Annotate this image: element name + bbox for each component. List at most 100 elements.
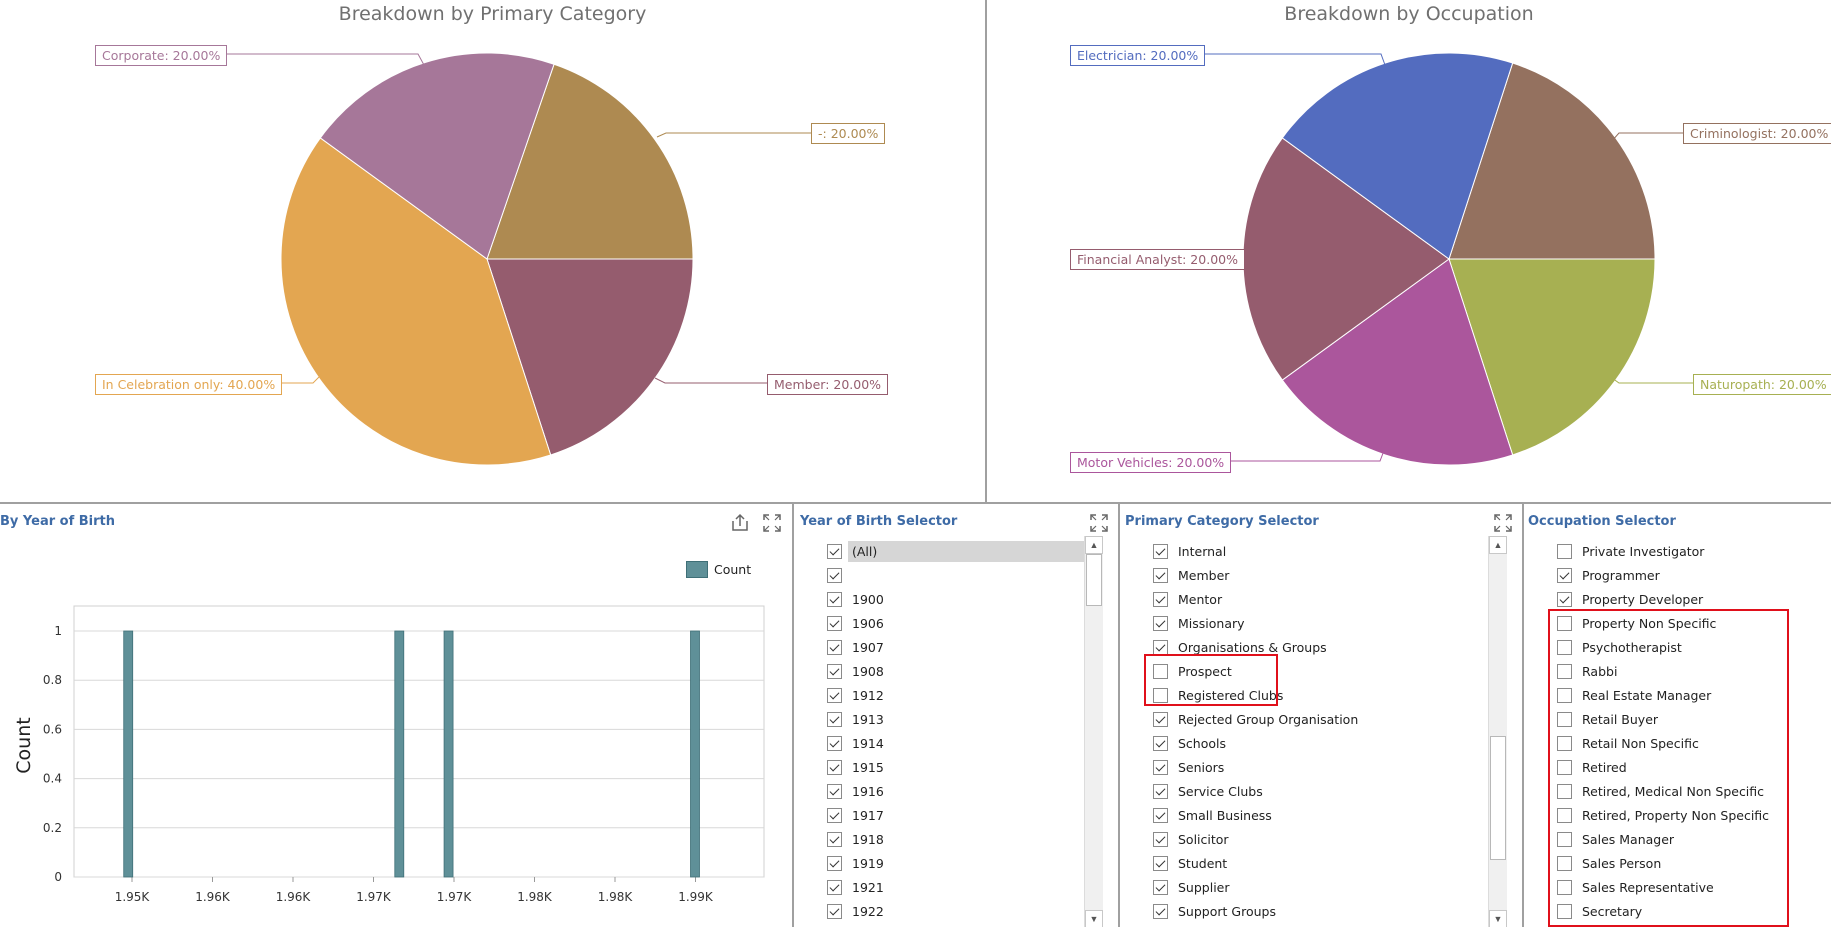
pie-label-criminologist[interactable]: Criminologist: 20.00% bbox=[1683, 123, 1831, 144]
scroll-up-icon[interactable]: ▲ bbox=[1489, 536, 1507, 554]
list-item[interactable]: Sales Manager bbox=[1557, 827, 1674, 851]
list-item[interactable]: 1912 bbox=[827, 683, 884, 707]
checkbox[interactable] bbox=[1153, 903, 1168, 919]
list-item[interactable]: Support Groups bbox=[1153, 899, 1276, 923]
list-item[interactable]: Sales Representative bbox=[1557, 875, 1714, 899]
list-item[interactable]: Retired, Medical Non Specific bbox=[1557, 779, 1764, 803]
list-item[interactable]: Psychotherapist bbox=[1557, 635, 1682, 659]
checkbox[interactable] bbox=[827, 783, 842, 799]
checkbox[interactable] bbox=[1557, 759, 1572, 775]
bar[interactable] bbox=[394, 630, 405, 878]
pie-label-member[interactable]: Member: 20.00% bbox=[767, 374, 889, 395]
list-item[interactable]: Missionary bbox=[1153, 611, 1245, 635]
checkbox[interactable] bbox=[827, 567, 842, 583]
pie-label-dash[interactable]: -: 20.00% bbox=[811, 123, 886, 144]
list-item[interactable]: (All) bbox=[827, 539, 1084, 563]
checkbox[interactable] bbox=[1557, 567, 1572, 583]
checkbox[interactable] bbox=[827, 663, 842, 679]
list-item[interactable]: Student bbox=[1153, 851, 1227, 875]
checkbox[interactable] bbox=[1557, 663, 1572, 679]
checkbox[interactable] bbox=[1557, 735, 1572, 751]
checkbox[interactable] bbox=[827, 831, 842, 847]
pie-label-in-celebration[interactable]: In Celebration only: 40.00% bbox=[95, 374, 283, 395]
checkbox[interactable] bbox=[827, 543, 842, 559]
checkbox[interactable] bbox=[1557, 855, 1572, 871]
list-item[interactable]: 1907 bbox=[827, 635, 884, 659]
list-item[interactable]: Rejected Group Organisation bbox=[1153, 707, 1358, 731]
category-list-scrollbar[interactable]: ▲ ▼ bbox=[1488, 536, 1507, 927]
list-item[interactable]: Service Clubs bbox=[1153, 779, 1263, 803]
scroll-down-icon[interactable]: ▼ bbox=[1489, 910, 1507, 927]
checkbox[interactable] bbox=[1153, 879, 1168, 895]
list-item[interactable]: 1921 bbox=[827, 875, 884, 899]
list-item[interactable]: 1916 bbox=[827, 779, 884, 803]
list-item[interactable]: Property Developer bbox=[1557, 587, 1703, 611]
checkbox[interactable] bbox=[1557, 831, 1572, 847]
list-item[interactable]: Small Business bbox=[1153, 803, 1272, 827]
checkbox[interactable] bbox=[1153, 663, 1168, 679]
checkbox[interactable] bbox=[827, 639, 842, 655]
checkbox[interactable] bbox=[827, 615, 842, 631]
checkbox[interactable] bbox=[1557, 903, 1572, 919]
checkbox[interactable] bbox=[1557, 639, 1572, 655]
list-item[interactable]: 1922 bbox=[827, 899, 884, 923]
checkbox[interactable] bbox=[1153, 831, 1168, 847]
checkbox[interactable] bbox=[827, 855, 842, 871]
list-item[interactable]: Prospect bbox=[1153, 659, 1232, 683]
list-item[interactable]: Rabbi bbox=[1557, 659, 1617, 683]
list-item[interactable]: Schools bbox=[1153, 731, 1226, 755]
checkbox[interactable] bbox=[1557, 783, 1572, 799]
checkbox[interactable] bbox=[827, 687, 842, 703]
list-item[interactable]: Solicitor bbox=[1153, 827, 1229, 851]
list-item[interactable]: Internal bbox=[1153, 539, 1226, 563]
list-item[interactable]: 1917 bbox=[827, 803, 884, 827]
checkbox[interactable] bbox=[1557, 807, 1572, 823]
list-item[interactable]: Retail Buyer bbox=[1557, 707, 1658, 731]
year-list-scrollbar[interactable]: ▲ ▼ bbox=[1084, 536, 1103, 927]
scroll-down-icon[interactable]: ▼ bbox=[1085, 910, 1103, 927]
checkbox[interactable] bbox=[1557, 543, 1572, 559]
list-item[interactable]: 1919 bbox=[827, 851, 884, 875]
list-item[interactable]: Seniors bbox=[1153, 755, 1224, 779]
list-item[interactable]: Supplier bbox=[1153, 875, 1230, 899]
list-item[interactable] bbox=[827, 563, 852, 587]
checkbox[interactable] bbox=[1153, 735, 1168, 751]
checkbox[interactable] bbox=[1153, 807, 1168, 823]
checkbox[interactable] bbox=[1153, 687, 1168, 703]
list-item[interactable]: 1906 bbox=[827, 611, 884, 635]
pie-label-corporate[interactable]: Corporate: 20.00% bbox=[95, 45, 228, 66]
scroll-thumb[interactable] bbox=[1490, 736, 1506, 860]
list-item[interactable]: Sales Person bbox=[1557, 851, 1661, 875]
list-item[interactable]: 1914 bbox=[827, 731, 884, 755]
list-item[interactable]: 1908 bbox=[827, 659, 884, 683]
checkbox[interactable] bbox=[827, 759, 842, 775]
checkbox[interactable] bbox=[1557, 615, 1572, 631]
checkbox[interactable] bbox=[827, 879, 842, 895]
list-item[interactable]: Secretary bbox=[1557, 899, 1642, 923]
checkbox[interactable] bbox=[1153, 591, 1168, 607]
list-item[interactable]: 1913 bbox=[827, 707, 884, 731]
checkbox[interactable] bbox=[827, 903, 842, 919]
list-item[interactable]: 1915 bbox=[827, 755, 884, 779]
checkbox[interactable] bbox=[827, 735, 842, 751]
checkbox[interactable] bbox=[1153, 543, 1168, 559]
list-item[interactable]: Mentor bbox=[1153, 587, 1222, 611]
checkbox[interactable] bbox=[1557, 711, 1572, 727]
bar[interactable] bbox=[123, 630, 134, 878]
list-item[interactable]: Member bbox=[1153, 563, 1229, 587]
maximize-icon[interactable] bbox=[1492, 512, 1514, 534]
checkbox[interactable] bbox=[1557, 687, 1572, 703]
list-item[interactable]: Property Non Specific bbox=[1557, 611, 1716, 635]
checkbox[interactable] bbox=[1557, 591, 1572, 607]
checkbox[interactable] bbox=[827, 591, 842, 607]
checkbox[interactable] bbox=[1153, 783, 1168, 799]
list-item[interactable]: Retail Non Specific bbox=[1557, 731, 1699, 755]
checkbox[interactable] bbox=[827, 711, 842, 727]
list-item[interactable]: 1900 bbox=[827, 587, 884, 611]
pie-label-motor-vehicles[interactable]: Motor Vehicles: 20.00% bbox=[1070, 452, 1232, 473]
checkbox[interactable] bbox=[827, 807, 842, 823]
pie-label-electrician[interactable]: Electrician: 20.00% bbox=[1070, 45, 1206, 66]
checkbox[interactable] bbox=[1153, 567, 1168, 583]
checkbox[interactable] bbox=[1557, 879, 1572, 895]
checkbox[interactable] bbox=[1153, 855, 1168, 871]
